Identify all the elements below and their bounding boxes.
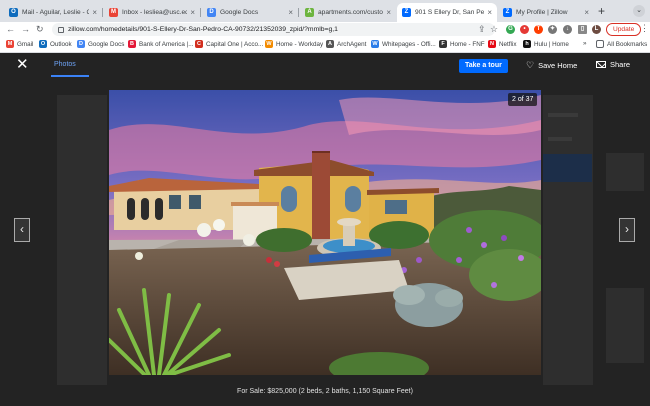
browser-tab-apartments[interactable]: A apartments.com/customer × [300,3,396,22]
house-exterior-photo [109,90,541,375]
folder-icon [596,40,604,48]
chevron-left-icon: ‹ [20,222,24,236]
back-button[interactable]: ← [6,23,15,36]
outlook-icon: O [39,40,47,48]
reload-button[interactable]: ↻ [36,23,44,36]
browser-tab-zillow-profile[interactable]: Z My Profile | Zillow × [498,3,594,22]
update-button[interactable]: Update [606,23,642,36]
netflix-icon: N [488,40,496,48]
bookmark-fnf[interactable]: F Home - FNF [439,40,485,48]
bookmark-hulu[interactable]: h Hulu | Home [523,40,569,48]
extension-tp-icon[interactable]: T [534,25,543,34]
new-tab-button[interactable]: + [598,4,605,18]
save-home-button[interactable]: ♡ Save Home [526,60,577,71]
outlook-icon: O [9,8,18,17]
bookmark-archagent[interactable]: A ArchAgent [326,40,366,48]
bookmark-bank-of-america[interactable]: B Bank of America |... [128,40,193,48]
close-tab-icon[interactable]: × [487,8,492,17]
docs-icon: D [77,40,85,48]
bookmark-outlook[interactable]: O Outlook [39,40,72,48]
profile-avatar[interactable]: L [592,25,601,34]
zillow-icon: Z [503,8,512,17]
active-tab-indicator [51,75,89,77]
chevron-right-icon: › [625,222,629,236]
all-bookmarks-button[interactable]: All Bookmarks [596,40,647,48]
previous-photo-button[interactable]: ‹ [14,218,30,242]
whitepages-icon: W [371,40,379,48]
close-tab-icon[interactable]: × [288,8,293,17]
bookmarks-bar: M Gmail O Outlook D Google Docs B Bank of Am… [0,37,650,53]
listing-photo[interactable] [109,90,541,375]
extensions-puzzle-icon[interactable]: ✦ [548,25,557,34]
hulu-icon: h [523,40,531,48]
close-icon[interactable]: ✕ [16,57,29,72]
close-tab-icon[interactable]: × [584,8,589,17]
bookmark-star-icon[interactable]: ☆ [490,23,498,36]
browser-tab-strip: O Mail - Aguilar, Leslie - Outl × M Inbo… [0,0,650,22]
browser-tab-docs[interactable]: D Google Docs × [202,3,298,22]
url-text: zillow.com/homedetails/901-S-Ellery-Dr-S… [68,26,338,33]
close-tab-icon[interactable]: × [92,8,97,17]
share-page-icon[interactable]: ⇪ [478,23,486,36]
docs-icon: D [207,8,216,17]
tab-search-icon[interactable]: ⌄ [633,5,645,17]
side-panel-icon[interactable]: ▯ [578,25,587,34]
archagent-icon: A [326,40,334,48]
share-button[interactable]: Share [596,60,630,69]
extension-red-icon[interactable]: • [520,25,529,34]
browser-tab-outlook[interactable]: O Mail - Aguilar, Leslie - Outl × [4,3,102,22]
close-tab-icon[interactable]: × [386,8,391,17]
zillow-icon: Z [402,8,411,17]
browser-menu-icon[interactable]: ⋮ [640,23,649,34]
apartments-icon: A [305,8,314,17]
envelope-icon [596,61,606,68]
extension-grammar-icon[interactable]: G [506,25,515,34]
address-bar[interactable]: zillow.com/homedetails/901-S-Ellery-Dr-S… [52,23,495,36]
take-a-tour-button[interactable]: Take a tour [459,59,508,73]
bookmark-google-docs[interactable]: D Google Docs [77,40,124,48]
close-tab-icon[interactable]: × [190,8,195,17]
next-photo-button[interactable]: › [619,218,635,242]
bookmark-capital-one[interactable]: C Capital One | Acco... [195,40,263,48]
photo-viewer-header: ✕ Photos Take a tour ♡ Save Home Share [0,53,650,79]
bookmark-whitepages[interactable]: W Whitepages - Offi... [371,40,436,48]
download-icon[interactable]: ↓ [563,25,572,34]
forward-button[interactable]: → [21,23,30,36]
capital-one-icon: C [195,40,203,48]
tab-photos[interactable]: Photos [54,61,76,68]
listing-caption: For Sale: $825,000 (2 beds, 2 baths, 1,1… [237,388,413,395]
bookmark-gmail[interactable]: M Gmail [6,40,33,48]
bookmarks-overflow-icon[interactable]: » [583,40,587,47]
browser-toolbar: ← → ↻ zillow.com/homedetails/901-S-Eller… [0,22,650,37]
site-info-icon[interactable] [58,26,64,33]
browser-tab-zillow-listing[interactable]: Z 901 S Ellery Dr, San Pedro × [397,3,497,22]
workday-icon: W [265,40,273,48]
bookmark-netflix[interactable]: N Netflix [488,40,517,48]
bank-of-america-icon: B [128,40,136,48]
heart-icon: ♡ [526,60,535,70]
photo-counter: 2 of 37 [508,93,538,106]
gmail-icon: M [6,40,14,48]
fnf-icon: F [439,40,447,48]
browser-tab-gmail[interactable]: M Inbox - lesliea@usc.edu - U × [104,3,200,22]
bookmark-workday[interactable]: W Home - Workday [265,40,323,48]
gmail-icon: M [109,8,118,17]
